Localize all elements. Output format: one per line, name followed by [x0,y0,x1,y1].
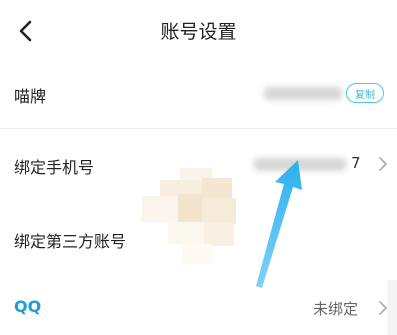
annotation-arrow-icon [256,160,302,288]
